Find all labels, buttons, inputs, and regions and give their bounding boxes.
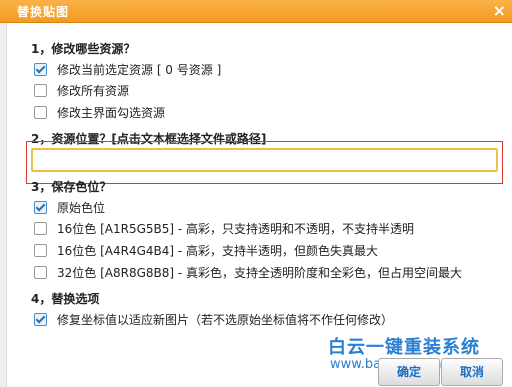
option-label: 原始色位 — [57, 200, 106, 215]
checkbox-a4r4g4b4[interactable] — [34, 243, 47, 257]
checkbox-modify-all[interactable] — [34, 83, 47, 97]
watermark-text: 白云一键重装系统 — [328, 337, 480, 358]
checkbox-fix-coordinates[interactable] — [34, 312, 47, 326]
option-a8r8g8b8[interactable]: 32位色 [A8R8G8B8] - 真彩色，支持全透明阶度和全彩色，但占用空间最… — [34, 264, 462, 280]
option-original-depth[interactable]: 原始色位 — [34, 199, 105, 215]
option-label: 16位色 [A1R5G5B5] - 高彩，只支持透明和不透明，不支持半透明 — [57, 221, 415, 236]
left-rail — [0, 23, 7, 387]
ok-button[interactable]: 确定 — [378, 358, 440, 386]
option-label: 16位色 [A4R4G4B4] - 高彩，支持半透明，但颜色失真最大 — [57, 243, 379, 258]
option-modify-all[interactable]: 修改所有资源 — [34, 82, 129, 98]
section-title-color-depth: 3，保存色位？ — [31, 180, 112, 194]
dialog-title-bar[interactable]: 替换贴图 × — [0, 0, 512, 23]
option-a4r4g4b4[interactable]: 16位色 [A4R4G4B4] - 高彩，支持半透明，但颜色失真最大 — [34, 242, 378, 258]
option-label: 修复坐标值以适应新图片（若不选原始坐标值将不作任何修改） — [57, 312, 394, 327]
section-title-resources: 1，修改哪些资源？ — [31, 42, 136, 56]
checkbox-a8r8g8b8[interactable] — [34, 265, 47, 279]
dialog-title: 替换贴图 — [17, 5, 70, 19]
option-fix-coordinates[interactable]: 修复坐标值以适应新图片（若不选原始坐标值将不作任何修改） — [34, 311, 393, 327]
resource-path-input[interactable] — [31, 148, 498, 172]
checkbox-modify-checked[interactable] — [34, 105, 47, 119]
section-title-replace-options: 4，替换选项 — [31, 292, 100, 306]
option-label: 修改当前选定资源 [ 0 号资源 ] — [57, 62, 222, 77]
option-modify-current[interactable]: 修改当前选定资源 [ 0 号资源 ] — [34, 61, 221, 77]
option-label: 32位色 [A8R8G8B8] - 真彩色，支持全透明阶度和全彩色，但占用空间最… — [57, 265, 463, 280]
option-modify-checked[interactable]: 修改主界面勾选资源 — [34, 104, 165, 120]
checkbox-original-depth[interactable] — [34, 200, 47, 214]
cancel-button[interactable]: 取消 — [441, 358, 503, 386]
close-icon[interactable]: × — [493, 1, 506, 20]
option-label: 修改所有资源 — [57, 83, 130, 98]
checkbox-modify-current[interactable] — [34, 62, 47, 76]
option-a1r5g5b5[interactable]: 16位色 [A1R5G5B5] - 高彩，只支持透明和不透明，不支持半透明 — [34, 220, 414, 236]
option-label: 修改主界面勾选资源 — [57, 105, 166, 120]
checkbox-a1r5g5b5[interactable] — [34, 221, 47, 235]
